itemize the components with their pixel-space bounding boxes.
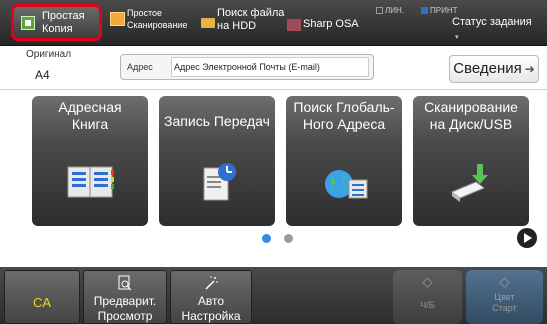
sharp-osa-tab[interactable]: Sharp OSA bbox=[287, 4, 367, 42]
address-field[interactable]: Адрес Адрес Электронной Почты (E-mail) bbox=[120, 54, 374, 80]
tile-label-line: Поиск Глобаль- bbox=[293, 99, 395, 115]
hdd-file-search-tab[interactable]: Поиск файла на HDD bbox=[199, 4, 285, 42]
sharp-osa-label: Sharp OSA bbox=[303, 18, 359, 30]
preview-icon bbox=[118, 275, 132, 291]
details-button[interactable]: Сведения ➜ bbox=[449, 55, 539, 83]
details-label: Сведения bbox=[453, 60, 522, 77]
transmission-log-icon bbox=[203, 163, 236, 201]
page-dot-active[interactable] bbox=[262, 234, 271, 243]
auto-line2: Настройка bbox=[181, 309, 241, 323]
caret-down-icon: ▾ bbox=[455, 34, 459, 41]
tile-label-line: Сканирование bbox=[424, 99, 518, 115]
color-start-line1: Цвет bbox=[494, 292, 515, 302]
tile-label-line: на Диск/USB bbox=[429, 116, 513, 132]
print-indicator-icon bbox=[421, 7, 428, 15]
arrow-right-icon: ➜ bbox=[524, 62, 535, 76]
job-status-button[interactable]: ЛИН. ПРИНТ Статус задания ▾ bbox=[372, 0, 547, 46]
start-diamond-icon: ◇ bbox=[422, 274, 433, 289]
folder-icon bbox=[201, 18, 215, 28]
ca-label: CA bbox=[32, 295, 52, 310]
page-dot[interactable] bbox=[284, 234, 293, 243]
mode-tabs-bar: Простая Копия Простое Сканирование Поиск… bbox=[0, 0, 547, 46]
scan-to-usb-icon bbox=[451, 164, 488, 202]
next-page-button[interactable] bbox=[517, 228, 537, 248]
bw-start-label: Ч/Б bbox=[420, 300, 435, 310]
tile-label-line: Адресная bbox=[58, 99, 122, 115]
simple-copy-line1: Простая bbox=[42, 10, 85, 22]
copy-icon bbox=[21, 16, 35, 30]
job-status-label: Статус задания bbox=[452, 16, 532, 28]
print-label: ПРИНТ bbox=[430, 6, 458, 15]
original-size-value[interactable]: A4 bbox=[35, 68, 50, 82]
tile-label-line: Книга bbox=[71, 116, 109, 132]
hdd-search-line2: на HDD bbox=[217, 20, 257, 32]
global-address-search-tile[interactable]: Поиск Глобаль- Ного Адреса bbox=[286, 96, 402, 226]
magic-wand-icon bbox=[205, 276, 218, 290]
start-diamond-icon: ◇ bbox=[499, 274, 510, 289]
hdd-search-line1: Поиск файла bbox=[217, 7, 285, 19]
auto-setup-button[interactable]: Авто Настройка bbox=[170, 270, 252, 324]
settings-row: Оригинал A4 Адрес Адрес Электронной Почт… bbox=[0, 46, 547, 90]
bottom-action-bar: CA Предварит. Просмотр Авто Настройка ◇ … bbox=[0, 267, 547, 324]
auto-line1: Авто bbox=[197, 294, 225, 308]
global-address-search-icon bbox=[325, 170, 368, 199]
address-book-tile[interactable]: Адресная Книга bbox=[32, 96, 148, 226]
clear-all-button[interactable]: CA bbox=[4, 270, 80, 324]
preview-button[interactable]: Предварит. Просмотр bbox=[83, 270, 167, 324]
simple-copy-tab[interactable]: Простая Копия bbox=[11, 4, 102, 41]
simple-copy-line2: Копия bbox=[42, 23, 73, 35]
transmission-log-tile[interactable]: Запись Передач bbox=[159, 96, 275, 226]
original-label: Оригинал bbox=[26, 49, 72, 60]
tile-label-line: Ного Адреса bbox=[302, 116, 386, 132]
address-label: Адрес bbox=[127, 62, 153, 72]
simple-scan-line1: Простое bbox=[127, 8, 163, 18]
line-label: ЛИН. bbox=[385, 6, 404, 15]
address-book-icon bbox=[67, 166, 114, 198]
shortcut-area: Адресная Книга Запись Передач Поиск Глоб… bbox=[0, 91, 547, 267]
preview-line2: Просмотр bbox=[97, 309, 153, 323]
osa-icon bbox=[287, 19, 301, 31]
simple-scan-line2: Сканирование bbox=[127, 20, 188, 30]
simple-scan-tab[interactable]: Простое Сканирование bbox=[108, 4, 194, 42]
tile-label-line: Запись Передач bbox=[164, 113, 270, 129]
page-indicator bbox=[262, 234, 302, 244]
color-start-button[interactable]: ◇ Цвет Старт bbox=[466, 270, 543, 324]
preview-line1: Предварит. bbox=[93, 294, 157, 308]
color-start-line2: Старт bbox=[492, 303, 517, 313]
scan-icon bbox=[110, 12, 125, 26]
line-indicator-icon bbox=[376, 7, 383, 15]
address-input[interactable]: Адрес Электронной Почты (E-mail) bbox=[171, 57, 369, 77]
scan-to-disk-usb-tile[interactable]: Сканирование на Диск/USB bbox=[413, 96, 529, 226]
bw-start-button[interactable]: ◇ Ч/Б bbox=[393, 270, 462, 324]
